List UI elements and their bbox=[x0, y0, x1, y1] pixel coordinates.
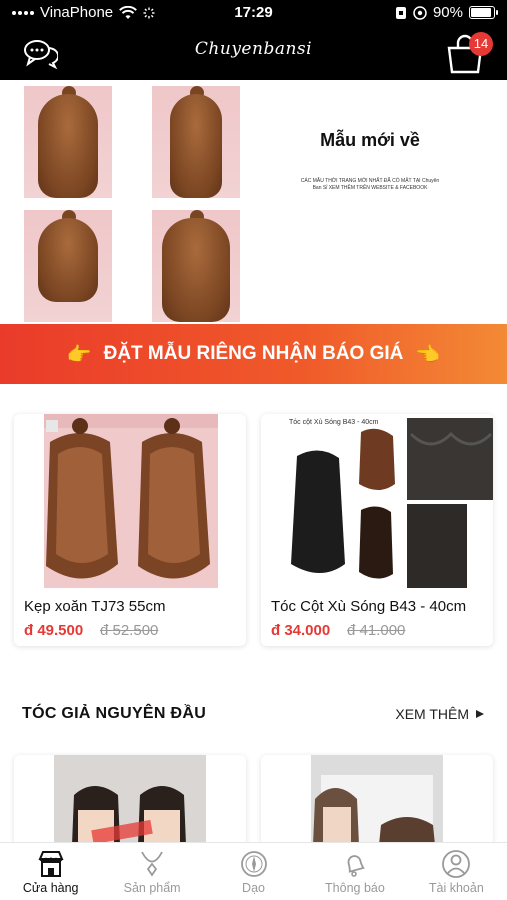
product-card[interactable] bbox=[261, 755, 493, 845]
banner-text: ĐẶT MẪU RIÊNG NHẬN BÁO GIÁ bbox=[103, 343, 404, 364]
tab-label: Dạo bbox=[242, 881, 265, 895]
necklace-icon bbox=[141, 851, 163, 877]
product-card[interactable] bbox=[14, 755, 246, 845]
brand-name: Chuyenbansi bbox=[194, 39, 313, 59]
product-image bbox=[54, 755, 206, 845]
tab-store[interactable]: Cửa hàng bbox=[0, 843, 101, 900]
tab-label: Thông báo bbox=[325, 881, 385, 895]
hero-subtitle: CÁC MẪU THỜI TRANG MỚI NHẤT ĐÃ CÓ MẶT TẠ… bbox=[300, 178, 440, 191]
user-icon bbox=[442, 850, 471, 878]
product-image bbox=[44, 414, 218, 588]
see-more-link[interactable]: XEM THÊM bbox=[395, 706, 485, 722]
product-card[interactable]: Kẹp xoăn TJ73 55cm đ 49.500 đ 52.500 bbox=[14, 414, 246, 646]
product-name: Kẹp xoăn TJ73 55cm bbox=[24, 598, 166, 615]
product-name: Tóc Cột Xù Sóng B43 - 40cm bbox=[271, 598, 467, 615]
tab-label: Sản phẩm bbox=[123, 881, 181, 895]
tab-account[interactable]: Tài khoản bbox=[406, 843, 507, 900]
brand-logo[interactable]: Chuyenbansi bbox=[0, 39, 507, 59]
tab-products[interactable]: Sản phẩm bbox=[101, 843, 202, 900]
store-icon bbox=[38, 851, 64, 877]
app-header: Chuyenbansi 14 bbox=[0, 26, 507, 80]
bell-icon bbox=[347, 855, 365, 877]
product-card[interactable]: Tóc cột Xù Sóng B43 - 40cm Tóc Cột Xù Só… bbox=[261, 414, 493, 646]
product-thumbnail bbox=[24, 210, 112, 322]
battery-icon bbox=[469, 6, 498, 19]
product-image-label: Tóc cột Xù Sóng B43 - 40cm bbox=[289, 419, 379, 426]
battery-percent: 90% bbox=[432, 4, 463, 21]
tab-explore[interactable]: Dạo bbox=[203, 843, 304, 900]
section-title: TÓC GIẢ NGUYÊN ĐẦU bbox=[22, 705, 207, 722]
product-image bbox=[311, 755, 443, 845]
product-thumbnail bbox=[152, 210, 240, 322]
see-more-label: XEM THÊM bbox=[395, 706, 469, 722]
portrait-lock-icon bbox=[395, 6, 406, 19]
product-image: Tóc cột Xù Sóng B43 - 40cm bbox=[261, 414, 493, 588]
bottom-tab-bar: Cửa hàng Sản phẩm Dạo Thông báo Tài khoả… bbox=[0, 842, 507, 900]
cart-count-badge: 14 bbox=[469, 32, 493, 56]
product-thumbnail bbox=[152, 86, 240, 198]
tab-notifications[interactable]: Thông báo bbox=[304, 843, 405, 900]
product-old-price: đ 41.000 bbox=[347, 622, 406, 639]
pointing-right-icon: 👉 bbox=[66, 343, 92, 366]
hero-title: Mẫu mới về bbox=[320, 130, 420, 150]
product-old-price: đ 52.500 bbox=[100, 622, 159, 639]
product-price: đ 49.500 bbox=[24, 622, 84, 639]
arrow-right-icon bbox=[476, 710, 484, 718]
tab-label: Cửa hàng bbox=[22, 881, 79, 895]
new-arrivals-banner[interactable]: Mẫu mới về CÁC MẪU THỜI TRANG MỚI NHẤT Đ… bbox=[0, 80, 507, 324]
compass-icon bbox=[240, 851, 267, 877]
product-thumbnail bbox=[24, 86, 112, 198]
tab-label: Tài khoản bbox=[428, 881, 484, 895]
pointing-left-icon: 👈 bbox=[415, 343, 441, 366]
status-bar: VinaPhone 17:29 90% bbox=[0, 0, 507, 26]
orientation-lock-icon bbox=[413, 5, 427, 20]
product-price: đ 34.000 bbox=[271, 622, 331, 639]
custom-order-banner[interactable]: 👉 ĐẶT MẪU RIÊNG NHẬN BÁO GIÁ 👈 bbox=[0, 324, 507, 384]
